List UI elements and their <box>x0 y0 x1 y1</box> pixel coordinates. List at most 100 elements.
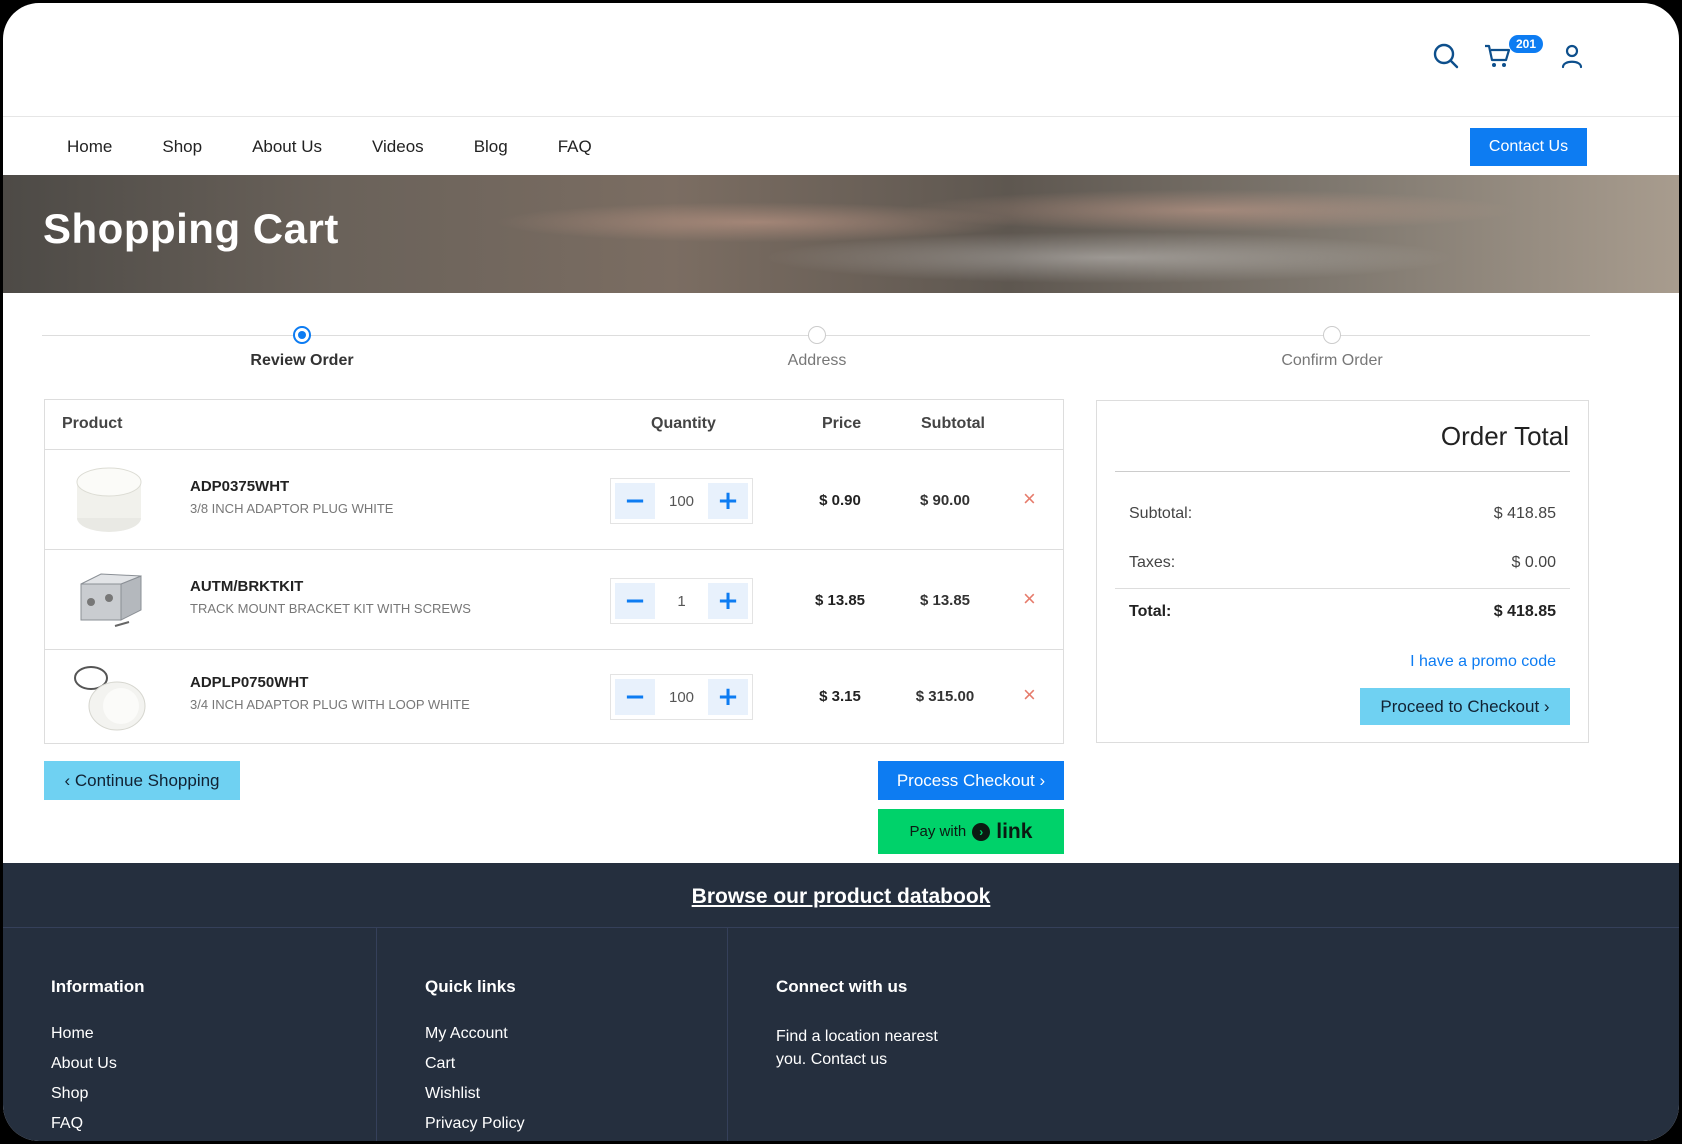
total-label: Total: <box>1129 603 1172 620</box>
footer-link-about-us[interactable]: About Us <box>51 1055 376 1073</box>
footer-heading: Quick links <box>425 977 516 996</box>
user-icon[interactable] <box>1557 41 1587 71</box>
contact-us-button[interactable]: Contact Us <box>1470 128 1587 166</box>
footer-connect-text: Find a location nearest you. Contact us <box>776 1028 938 1068</box>
product-image <box>76 467 142 532</box>
cart-row: ADP0375WHT 3/8 INCH ADAPTOR PLUG WHITE −… <box>45 450 1063 550</box>
nav-item-blog[interactable]: Blog <box>474 137 508 157</box>
pay-with-link-button[interactable]: Pay with › link <box>878 809 1064 854</box>
subtotal-value: $ 418.85 <box>1493 505 1556 522</box>
footer-link-shop[interactable]: Shop <box>51 1085 376 1103</box>
product-description: 3/4 INCH ADAPTOR PLUG WITH LOOP WHITE <box>190 697 470 712</box>
line-subtotal: $ 315.00 <box>915 688 975 705</box>
chevron-left-icon: ‹ <box>64 770 71 790</box>
subtotal-label: Subtotal: <box>1129 505 1193 522</box>
divider <box>1115 588 1570 589</box>
remove-item-icon[interactable]: × <box>1023 586 1036 612</box>
site-footer: Browse our product databook Information … <box>3 863 1679 1141</box>
step-label: Confirm Order <box>1281 352 1383 369</box>
pay-with-label: Pay with <box>909 823 967 840</box>
cart-count-badge: 201 <box>1509 35 1544 53</box>
footer-link-privacy-policy[interactable]: Privacy Policy <box>425 1115 727 1133</box>
increment-button[interactable]: + <box>708 483 748 519</box>
chevron-right-icon: › <box>1543 696 1550 716</box>
unit-price: $ 0.90 <box>819 492 861 509</box>
product-description: 3/8 INCH ADAPTOR PLUG WHITE <box>190 501 394 516</box>
process-checkout-button[interactable]: Process Checkout › <box>878 761 1064 800</box>
cart-table-header: Product Quantity Price Subtotal <box>45 400 1063 450</box>
cart-row: ADPLP0750WHT 3/4 INCH ADAPTOR PLUG WITH … <box>45 650 1063 743</box>
product-description: TRACK MOUNT BRACKET KIT WITH SCREWS <box>190 601 471 616</box>
product-sku[interactable]: ADPLP0750WHT <box>190 674 308 691</box>
continue-shopping-label: Continue Shopping <box>74 770 220 790</box>
footer-link-home[interactable]: Home <box>51 1025 376 1043</box>
step-dot <box>808 326 826 344</box>
step-address: Address <box>717 323 917 370</box>
link-wordmark: link <box>996 819 1033 843</box>
browser-viewport: 201 Home Shop About Us Videos Blog FAQ C… <box>3 3 1679 1141</box>
increment-button[interactable]: + <box>708 679 748 715</box>
unit-price: $ 13.85 <box>814 592 866 609</box>
footer-heading: Connect with us <box>776 977 908 996</box>
page-banner: Shopping Cart <box>3 175 1679 293</box>
checkout-stepper: Review Order Address Confirm Order <box>42 323 1590 393</box>
nav-item-faq[interactable]: FAQ <box>558 137 592 157</box>
decrement-button[interactable]: − <box>615 583 655 619</box>
total-row: Total: $ 418.85 <box>1129 603 1556 621</box>
header-icons: 201 <box>1431 35 1587 71</box>
continue-shopping-button[interactable]: ‹ Continue Shopping <box>44 761 240 800</box>
col-subtotal: Subtotal <box>921 415 985 432</box>
product-sku[interactable]: ADP0375WHT <box>190 478 289 495</box>
order-total-panel: Order Total Subtotal: $ 418.85 Taxes: $ … <box>1096 400 1589 743</box>
taxes-row: Taxes: $ 0.00 <box>1129 554 1556 572</box>
quantity-input[interactable] <box>655 592 708 610</box>
step-dot <box>1323 326 1341 344</box>
footer-link-wishlist[interactable]: Wishlist <box>425 1085 727 1103</box>
quantity-stepper: − + <box>610 578 753 624</box>
step-label: Review Order <box>250 352 354 369</box>
step-label: Address <box>787 352 847 369</box>
line-subtotal: $ 13.85 <box>919 592 971 609</box>
footer-link-faq[interactable]: FAQ <box>51 1115 376 1133</box>
nav-item-videos[interactable]: Videos <box>372 137 424 157</box>
cart-table: Product Quantity Price Subtotal ADP0375W… <box>44 399 1064 744</box>
nav-links: Home Shop About Us Videos Blog FAQ <box>67 118 642 175</box>
total-value: $ 418.85 <box>1493 603 1556 620</box>
footer-connect: Connect with us Find a location nearest … <box>727 927 1227 1141</box>
decrement-button[interactable]: − <box>615 679 655 715</box>
process-checkout-label: Process Checkout <box>896 770 1035 790</box>
nav-item-about-us[interactable]: About Us <box>252 137 322 157</box>
remove-item-icon[interactable]: × <box>1023 486 1036 512</box>
line-subtotal: $ 90.00 <box>919 492 971 509</box>
order-total-title: Order Total <box>1440 421 1569 451</box>
nav-item-home[interactable]: Home <box>67 137 112 157</box>
decrement-button[interactable]: − <box>615 483 655 519</box>
taxes-label: Taxes: <box>1129 554 1176 571</box>
product-image <box>80 573 142 627</box>
footer-information: Information Home About Us Shop FAQ <box>3 927 376 1141</box>
increment-button[interactable]: + <box>708 583 748 619</box>
quantity-input[interactable] <box>655 492 708 510</box>
step-dot-active <box>293 326 311 344</box>
footer-link-cart[interactable]: Cart <box>425 1055 727 1073</box>
quantity-input[interactable] <box>655 688 708 706</box>
remove-item-icon[interactable]: × <box>1023 682 1036 708</box>
proceed-label: Proceed to Checkout <box>1380 696 1540 716</box>
taxes-value: $ 0.00 <box>1511 554 1556 571</box>
divider <box>1115 471 1570 472</box>
cart-icon[interactable]: 201 <box>1483 35 1544 71</box>
col-quantity: Quantity <box>651 415 716 432</box>
nav-item-shop[interactable]: Shop <box>162 137 202 157</box>
product-sku[interactable]: AUTM/BRKTKIT <box>190 578 303 595</box>
quantity-stepper: − + <box>610 674 753 720</box>
databook-link[interactable]: Browse our product databook <box>3 885 1679 909</box>
subtotal-row: Subtotal: $ 418.85 <box>1129 505 1556 523</box>
main-nav: Home Shop About Us Videos Blog FAQ Conta… <box>3 118 1679 175</box>
promo-code-link[interactable]: I have a promo code <box>1410 653 1556 671</box>
quantity-stepper: − + <box>610 478 753 524</box>
col-price: Price <box>822 415 862 432</box>
proceed-to-checkout-button[interactable]: Proceed to Checkout › <box>1360 688 1570 725</box>
footer-link-my-account[interactable]: My Account <box>425 1025 727 1043</box>
search-icon[interactable] <box>1431 41 1461 71</box>
footer-quick-links: Quick links My Account Cart Wishlist Pri… <box>376 927 727 1141</box>
